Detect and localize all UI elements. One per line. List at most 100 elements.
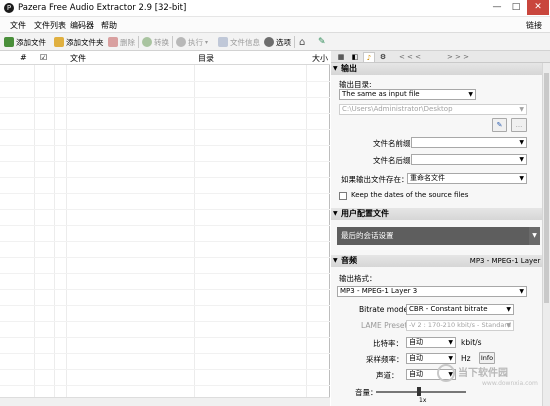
edit-icon: ✎ <box>496 121 503 129</box>
minimize-button[interactable]: — <box>488 0 506 15</box>
add-folder-button[interactable]: 添加文件夹 <box>54 36 104 48</box>
menu-links[interactable]: 链接 <box>526 20 542 31</box>
row-gridline <box>0 241 330 242</box>
tab-settings-icon[interactable]: ⚙ <box>377 52 389 62</box>
window-title: Pazera Free Audio Extractor 2.9 [32-bit] <box>18 3 187 13</box>
row-gridline <box>0 225 330 226</box>
home-button[interactable]: ⌂ <box>299 36 305 48</box>
edit-dir-button[interactable]: ✎ <box>492 118 507 132</box>
row-gridline <box>0 209 330 210</box>
panel-scrollbar-thumb[interactable] <box>544 73 549 303</box>
column-divider <box>306 65 307 397</box>
if-exists-label: 如果输出文件存在： <box>341 175 409 184</box>
menu-file[interactable]: 文件 <box>10 20 26 31</box>
add-files-button[interactable]: 添加文件 <box>4 36 46 48</box>
close-button[interactable]: ✕ <box>527 0 549 15</box>
filename-suffix-label: 文件名后缀: <box>373 156 414 165</box>
column-divider <box>66 65 67 397</box>
chevron-down-icon: ▼ <box>506 322 511 329</box>
output-dir-path[interactable]: C:\Users\Administrator\Desktop ▼ <box>339 104 527 115</box>
filename-prefix-input[interactable]: ▼ <box>411 137 527 148</box>
panel-collapse-right[interactable]: > > > <box>443 52 473 62</box>
column-size[interactable]: 大小 <box>312 53 328 64</box>
file-info-button[interactable]: 文件信息 <box>218 36 260 48</box>
panel-scrollbar[interactable] <box>542 63 550 406</box>
watermark-url: www.downxia.com <box>482 380 538 387</box>
output-section-header[interactable]: ▼ 输出 <box>331 63 550 75</box>
volume-slider[interactable] <box>376 391 466 393</box>
audio-section-header[interactable]: ▼ 音频 MP3 - MPEG-1 Layer 3 <box>331 255 550 267</box>
filename-prefix-label: 文件名前缀: <box>373 139 414 148</box>
tab-output-icon[interactable]: ▦ <box>335 52 347 62</box>
channels-label: 声道： <box>376 371 399 380</box>
toolbar: 添加文件 添加文件夹 删除 转换 执行 ▾ 文件信息 选项 ⌂ ✎ <box>0 33 550 51</box>
lame-preset-select[interactable]: -V 2 : 170-210 kbit/s - Standard ▼ <box>406 320 514 331</box>
column-file[interactable]: 文件 <box>70 53 86 64</box>
output-format-select[interactable]: MP3 - MPEG-1 Layer 3 ▼ <box>337 286 527 297</box>
panel-tabs: ▦ ◧ ♪ ⚙ < < < > > > <box>331 51 550 63</box>
options-button[interactable]: 选项 <box>264 36 291 48</box>
tab-file-icon[interactable]: ◧ <box>349 52 361 62</box>
execute-button[interactable]: 执行 ▾ <box>176 36 208 48</box>
volume-value: 1x <box>419 397 427 404</box>
settings-panel: ▦ ◧ ♪ ⚙ < < < > > > ▼ 输出 输出目录: The same … <box>331 51 550 406</box>
row-gridline <box>0 289 330 290</box>
browse-button[interactable]: ... <box>511 118 527 132</box>
sample-rate-select[interactable]: 自动 ▼ <box>406 353 456 364</box>
row-gridline <box>0 161 330 162</box>
output-format-label: 输出格式： <box>339 274 377 283</box>
output-dir-mode-select[interactable]: The same as input file ▼ <box>339 89 476 100</box>
volume-slider-thumb[interactable] <box>417 387 421 396</box>
column-check[interactable]: ☑ <box>40 53 47 62</box>
row-gridline <box>0 177 330 178</box>
maximize-button[interactable]: □ <box>507 0 525 15</box>
tab-audio-icon[interactable]: ♪ <box>363 52 375 62</box>
row-gridline <box>0 257 330 258</box>
watermark-text: 当下软件园 <box>458 368 508 379</box>
bitrate-mode-label: Bitrate mode: <box>359 305 411 314</box>
collapse-arrow-icon: ▼ <box>333 65 338 72</box>
audio-codec-summary: MP3 - MPEG-1 Layer 3 <box>469 257 547 265</box>
profile-select[interactable]: 最后的会话设置 <box>337 227 529 245</box>
menu-help[interactable]: 帮助 <box>101 20 117 31</box>
chevron-down-icon: ▼ <box>519 175 524 182</box>
chevron-down-icon: ▼ <box>519 106 524 113</box>
chevron-down-icon: ▼ <box>468 91 473 98</box>
delete-button[interactable]: 删除 <box>108 36 135 48</box>
chevron-down-icon: ▼ <box>506 306 511 313</box>
volume-label: 音量： <box>355 388 378 397</box>
keep-dates-checkbox[interactable] <box>339 192 347 200</box>
bitrate-mode-select[interactable]: CBR - Constant bitrate ▼ <box>406 304 514 315</box>
if-exists-select[interactable]: 重命名文件 ▼ <box>407 173 527 184</box>
menu-encoder[interactable]: 编码器 <box>70 20 94 31</box>
row-gridline <box>0 129 330 130</box>
bitrate-select[interactable]: 自动 ▼ <box>406 337 456 348</box>
chevron-down-icon: ▼ <box>448 339 453 346</box>
pin-button[interactable]: ✎ <box>318 36 326 48</box>
home-icon: ⌂ <box>299 36 306 48</box>
column-index[interactable]: # <box>20 53 27 62</box>
column-directory[interactable]: 目录 <box>198 53 214 64</box>
file-list-header: # ☑ 文件 目录 大小 <box>0 51 330 65</box>
horizontal-scrollbar[interactable] <box>0 397 330 406</box>
panel-collapse-left[interactable]: < < < <box>395 52 425 62</box>
sample-rate-label: 采样频率： <box>366 355 404 364</box>
info-button[interactable]: Info <box>479 352 495 364</box>
chevron-down-icon: ▼ <box>448 355 453 362</box>
file-list[interactable]: # ☑ 文件 目录 大小 <box>0 51 330 406</box>
convert-button[interactable]: 转换 <box>142 36 169 48</box>
row-gridline <box>0 273 330 274</box>
pin-icon: ✎ <box>318 37 326 47</box>
convert-icon <box>142 37 152 47</box>
profiles-section-header[interactable]: ▼ 用户配置文件 <box>331 208 550 220</box>
chevron-down-icon: ▼ <box>519 139 524 146</box>
lame-preset-label: LAME Preset: <box>361 321 410 330</box>
filename-suffix-input[interactable]: ▼ <box>411 154 527 165</box>
toolbar-separator <box>172 36 173 48</box>
menu-file-list[interactable]: 文件列表 <box>34 20 66 31</box>
app-icon: P <box>4 3 14 13</box>
chevron-down-icon[interactable]: ▼ <box>529 227 540 245</box>
row-gridline <box>0 369 330 370</box>
row-gridline <box>0 193 330 194</box>
column-divider <box>194 65 195 397</box>
